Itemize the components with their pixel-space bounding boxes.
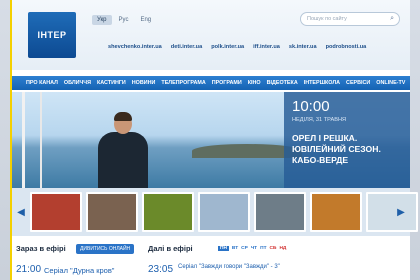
network-links: shevchenko.inter.ua deti.inter.ua polk.i… (108, 44, 366, 50)
day-wed[interactable]: СР (241, 246, 248, 251)
browser-frame-right (410, 0, 420, 280)
nav-item-programs[interactable]: ПРОГРАМИ (212, 80, 242, 86)
nav-item-services[interactable]: СЕРВІСИ (346, 80, 370, 86)
search-icon[interactable]: ⌕ (390, 15, 394, 23)
nav-item-interschool[interactable]: ІНТЕРШКОЛА (304, 80, 340, 86)
sublink-shevchenko[interactable]: shevchenko.inter.ua (108, 44, 162, 50)
thumb-5[interactable] (254, 192, 306, 232)
hero-banner[interactable]: 10:00 НЕДІЛЯ, 31 ТРАВНЯ ОРЕЛ І РЕШКА. ЮВ… (12, 92, 410, 188)
now-show-link[interactable]: Серіал "Дурна кров" (44, 266, 114, 275)
site-header: ІНТЕР Укр Рус Eng Пошук по сайту ⌕ shevc… (12, 0, 410, 70)
hero-person-hair (114, 112, 132, 121)
day-sat[interactable]: СБ (270, 246, 277, 251)
nav-item-tv-program[interactable]: ТЕЛЕПРОГРАМА (161, 80, 205, 86)
on-air-section: Зараз в ефірі ДИВИТИСЬ ОНЛАЙН 21:00 Сері… (12, 238, 410, 280)
thumb-7[interactable] (366, 192, 418, 232)
sublink-deti[interactable]: deti.inter.ua (171, 44, 202, 50)
hero-title[interactable]: ОРЕЛ І РЕШКА. ЮВІЛЕЙНИЙ СЕЗОН. КАБО-ВЕРД… (292, 133, 402, 166)
hero-date: НЕДІЛЯ, 31 ТРАВНЯ (292, 117, 347, 123)
next-on-air-label: Далі в ефірі (148, 244, 193, 253)
hero-info-panel[interactable]: 10:00 НЕДІЛЯ, 31 ТРАВНЯ ОРЕЛ І РЕШКА. ЮВ… (284, 92, 410, 188)
nav-item-about[interactable]: ПРО КАНАЛ (26, 80, 58, 86)
next-show-link[interactable]: Серіал "Завжди говори "Завжди" - 3" (178, 264, 288, 271)
thumb-1[interactable] (30, 192, 82, 232)
sublink-iff[interactable]: iff.inter.ua (253, 44, 280, 50)
day-tue[interactable]: ВТ (232, 246, 238, 251)
thumbnail-carousel: ◀ ▶ (12, 188, 418, 236)
nav-item-castings[interactable]: КАСТИНГИ (97, 80, 126, 86)
hero-person-shirt (98, 132, 148, 188)
nav-item-cinema[interactable]: КІНО (248, 80, 261, 86)
day-sun[interactable]: НД (279, 246, 286, 251)
main-nav: ПРО КАНАЛ ОБЛИЧЧЯ КАСТИНГИ НОВИНИ ТЕЛЕПР… (12, 76, 410, 90)
search-placeholder: Пошук по сайту (307, 16, 347, 22)
carousel-prev-arrow-icon[interactable]: ◀ (16, 202, 26, 222)
day-fri[interactable]: ПТ (260, 246, 266, 251)
thumb-6[interactable] (310, 192, 362, 232)
sublink-podrobnosti[interactable]: podrobnosti.ua (326, 44, 367, 50)
sublink-sk[interactable]: sk.inter.ua (289, 44, 317, 50)
inter-logo[interactable]: ІНТЕР (28, 12, 76, 58)
day-selector: ПН ВТ СР ЧТ ПТ СБ НД (218, 246, 286, 251)
carousel-next-arrow-icon[interactable]: ▶ (396, 202, 406, 222)
day-thu[interactable]: ЧТ (251, 246, 257, 251)
lang-eng[interactable]: Eng (135, 15, 156, 25)
nav-item-news[interactable]: НОВИНИ (132, 80, 156, 86)
next-time: 23:05 (148, 264, 174, 275)
search-input[interactable]: Пошук по сайту ⌕ (300, 12, 400, 26)
day-mon[interactable]: ПН (218, 246, 229, 251)
hero-mast (22, 92, 25, 188)
thumb-3[interactable] (142, 192, 194, 232)
logo-text: ІНТЕР (37, 30, 67, 40)
now-on-air-label: Зараз в ефірі (16, 244, 66, 253)
page: ІНТЕР Укр Рус Eng Пошук по сайту ⌕ shevc… (10, 0, 418, 280)
thumb-4[interactable] (198, 192, 250, 232)
nav-item-online-tv[interactable]: ONLINE-TV (376, 80, 405, 86)
watch-online-button[interactable]: ДИВИТИСЬ ОНЛАЙН (76, 244, 135, 254)
language-switcher: Укр Рус Eng (92, 15, 156, 25)
lang-rus[interactable]: Рус (114, 15, 134, 25)
now-time: 21:00 (16, 264, 42, 275)
thumb-2[interactable] (86, 192, 138, 232)
hero-person-image (92, 112, 154, 188)
hero-time: 10:00 (292, 98, 330, 115)
lang-ukr[interactable]: Укр (92, 15, 112, 25)
nav-item-video[interactable]: ВІДЕОТЕКА (267, 80, 298, 86)
hero-mast-secondary (40, 92, 42, 188)
sublink-polk[interactable]: polk.inter.ua (211, 44, 244, 50)
nav-item-faces[interactable]: ОБЛИЧЧЯ (64, 80, 91, 86)
